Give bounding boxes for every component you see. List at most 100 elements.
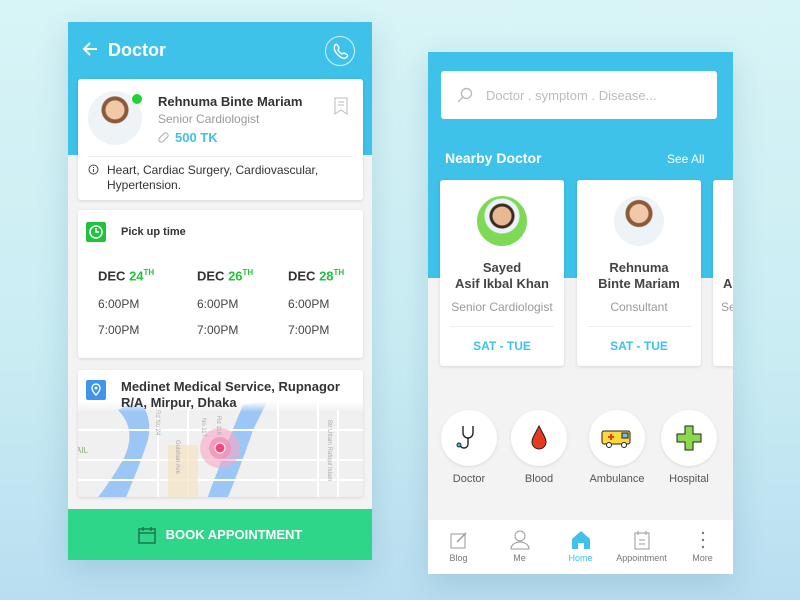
bookmark-icon[interactable] [334,97,348,115]
pickup-time-card: Pick up time DEC 24TH 6:00PM 7:00PM DEC … [78,210,363,358]
time-slot[interactable]: 7:00PM [98,323,154,337]
doctor-profile-card: Rehnuma Binte Mariam Senior Cardiologist… [78,79,363,200]
service-label: Ambulance [589,473,645,485]
map-label: Rd No 24 [154,410,160,436]
map-label: AIL [78,446,89,455]
edit-icon [450,532,466,549]
available-days: SAT - TUE [587,326,691,353]
call-button[interactable] [325,36,355,66]
page-title: Doctor [108,40,166,60]
date-day: 26 [228,268,243,284]
more-vertical-icon [701,531,704,549]
blood-drop-icon [531,424,547,450]
calendar-icon [137,526,156,544]
divider [88,156,353,157]
arrow-left-icon[interactable] [82,41,98,57]
nav-me[interactable]: Me [489,520,550,574]
nearby-doctor-title: Nearby Doctor [445,150,542,166]
doctor-title: Senior Cardiologist [158,112,260,126]
address-line: Medinet Medical Service, Rupnagor [121,379,340,394]
nav-more[interactable]: More [672,520,733,574]
service-label: Blood [524,473,554,485]
doctor-name: Rehnuma Binte Mariam [158,94,303,109]
service-ambulance-button[interactable] [589,410,645,466]
phone-icon [333,43,349,59]
home-icon [571,531,590,549]
search-input[interactable]: Doctor . symptom . Disease... [441,71,717,119]
date-column[interactable]: DEC 24TH 6:00PM 7:00PM [98,268,154,337]
hospital-cross-icon [676,425,702,451]
pill-icon [158,132,169,143]
nav-blog[interactable]: Blog [428,520,489,574]
doctor-detail-screen: Doctor Rehnuma Binte Mariam Senior Cardi… [68,22,372,560]
date-suffix: TH [143,268,155,277]
bottom-nav: Blog Me Home Appointment More [428,520,733,574]
map-label: Rd 118 [215,416,221,436]
specialties-line: Heart, Cardiac Surgery, Cardiovascular, [107,163,319,177]
map-pin-icon [86,380,106,400]
map-label: Bir Uttam Rafiqul Islam [326,420,332,481]
service-doctor-button[interactable] [441,410,497,466]
location-card[interactable]: AIL Rd No 24 Gulshan Ave No 117 Rd 118 B… [78,370,363,497]
time-slot[interactable]: 6:00PM [288,297,344,311]
nav-label: Blog [449,553,468,563]
see-all-link[interactable]: See All [667,152,704,166]
nav-label: Appointment [616,553,667,563]
service-blood-button[interactable] [511,410,567,466]
ambulance-icon [601,430,631,448]
home-screen: Doctor . symptom . Disease... Nearby Doc… [428,52,733,574]
date-column[interactable]: DEC 26TH 6:00PM 7:00PM [197,268,253,337]
date-suffix: TH [333,268,345,277]
doctor-name: Asif Ikbal Khan [455,276,549,291]
service-hospital-button[interactable] [661,410,717,466]
doctor-title: Se [721,300,733,314]
time-slot[interactable]: 6:00PM [197,297,253,311]
date-day: 24 [129,268,144,284]
map-label: No 117 [200,418,206,438]
stethoscope-icon [456,426,474,449]
specialties: Heart, Cardiac Surgery, Cardiovascular, H… [107,163,318,193]
date-suffix: TH [242,268,254,277]
consultation-fee: 500 TK [175,130,218,145]
doctor-card[interactable]: Sayed Asif Ikbal Khan Senior Cardiologist… [440,180,564,366]
time-slot[interactable]: 6:00PM [98,297,154,311]
date-month: DEC [98,268,126,284]
specialties-line: Hypertension. [107,178,182,192]
calendar-icon [634,531,649,550]
pickup-label: Pick up time [121,226,186,238]
doctor-name: Sayed [482,260,522,275]
location-address: Medinet Medical Service, Rupnagor R/A, Mi… [121,379,340,411]
clock-icon [86,222,106,242]
time-slot[interactable]: 7:00PM [288,323,344,337]
date-month: DEC [288,268,316,284]
search-placeholder: Doctor . symptom . Disease... [486,87,657,103]
date-column[interactable]: DEC 28TH 6:00PM 7:00PM [288,268,344,337]
time-slot[interactable]: 7:00PM [197,323,253,337]
user-icon [509,530,530,550]
address-line: R/A, Mirpur, Dhaka [121,395,237,410]
service-label: Doctor [452,473,486,485]
doctor-name: Rehnuma [609,260,669,275]
doctor-name: A [723,276,733,291]
book-appointment-label: BOOK APPOINTMENT [165,527,303,542]
nav-label: Me [513,553,526,563]
date-month: DEC [197,268,225,284]
doctor-title: Consultant [610,300,668,314]
date-day: 28 [319,268,334,284]
doctor-title: Senior Cardiologist [451,300,553,314]
online-status-dot [132,94,142,104]
nav-label: More [692,553,713,563]
service-label: Hospital [669,473,709,485]
doctor-card[interactable]: Rehnuma Binte Mariam Consultant SAT - TUE [577,180,701,366]
available-days: SAT - TUE [450,326,554,353]
book-appointment-button[interactable]: BOOK APPOINTMENT [68,509,372,560]
info-icon [88,164,99,175]
search-icon [457,87,473,103]
doctor-name: Binte Mariam [598,276,680,291]
map-label: Gulshan Ave [174,440,180,475]
doctor-card[interactable]: A Se [713,180,733,366]
nav-appointment[interactable]: Appointment [611,520,672,574]
nav-home[interactable]: Home [550,520,611,574]
doctor-avatar [614,196,664,246]
nav-label: Home [568,553,593,563]
